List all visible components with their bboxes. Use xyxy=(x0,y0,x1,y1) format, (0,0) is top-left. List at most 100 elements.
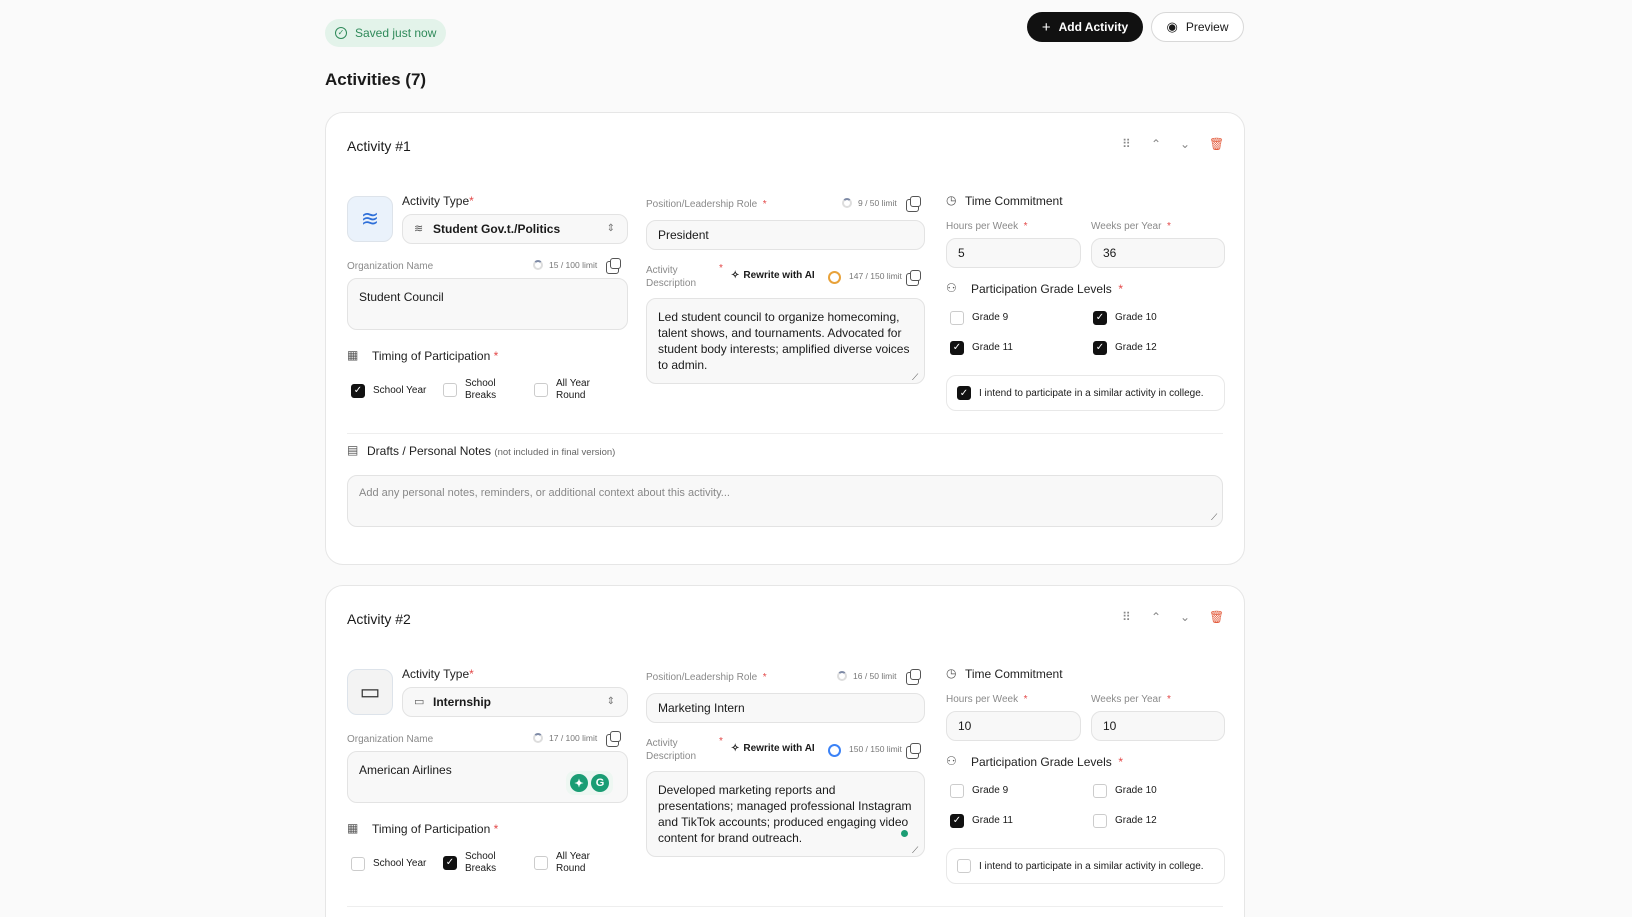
saved-status-label: Saved just now xyxy=(355,26,437,40)
lightbulb-icon: ✦ xyxy=(570,774,588,792)
calendar-icon: ▦ xyxy=(347,348,359,362)
timing-school-breaks-checkbox[interactable]: School Breaks xyxy=(443,378,496,402)
org-name-input[interactable]: Student Council xyxy=(347,278,628,330)
org-char-count: 17 / 100 limit xyxy=(533,733,597,743)
resize-handle-icon[interactable]: ⟋ xyxy=(912,372,918,383)
clipboard-icon: ▤ xyxy=(347,443,359,457)
trash-icon[interactable]: 🗑 xyxy=(1209,610,1224,624)
trash-icon[interactable]: 🗑 xyxy=(1209,137,1224,151)
copy-icon[interactable] xyxy=(606,731,621,747)
status-dot xyxy=(901,830,908,837)
intend-college-checkbox[interactable]: ✓ I intend to participate in a similar ac… xyxy=(946,375,1225,411)
sparkle-icon: ✧ xyxy=(731,743,740,754)
activity-card: Activity #1 ⠿ ⌃ ⌄ 🗑 ≋ Activity Type* ≋ S… xyxy=(325,112,1245,565)
copy-icon[interactable] xyxy=(906,196,921,212)
position-input[interactable]: Marketing Intern xyxy=(646,693,925,723)
rewrite-ai-button[interactable]: ✧ Rewrite with AI xyxy=(731,270,815,281)
activity-type-value: Student Gov.t./Politics xyxy=(433,222,561,236)
chevron-updown-icon: ⇕ xyxy=(606,223,615,234)
timing-label: Timing of Participation * xyxy=(372,822,499,836)
timing-all-year-checkbox[interactable]: All Year Round xyxy=(534,378,590,402)
activity-type-label: Activity Type* xyxy=(402,667,474,681)
grade-9-checkbox[interactable]: Grade 9 xyxy=(950,784,1008,798)
divider xyxy=(347,433,1223,434)
move-up-icon[interactable]: ⌃ xyxy=(1151,610,1161,624)
activity-type-value: Internship xyxy=(433,695,492,709)
grade-12-checkbox[interactable]: Grade 12 xyxy=(1093,814,1157,828)
resize-handle-icon[interactable]: ⟋ xyxy=(1211,512,1217,523)
weeks-label: Weeks per Year * xyxy=(1091,694,1171,705)
timing-school-breaks-checkbox[interactable]: ✓ School Breaks xyxy=(443,851,496,875)
rewrite-ai-button[interactable]: ✧ Rewrite with AI xyxy=(731,743,815,754)
timing-all-year-checkbox[interactable]: All Year Round xyxy=(534,851,590,875)
time-commitment-label: Time Commitment xyxy=(965,667,1063,681)
grade-levels-label: Participation Grade Levels * xyxy=(971,755,1124,769)
timing-school-year-checkbox[interactable]: School Year xyxy=(351,857,426,871)
calendar-icon: ▦ xyxy=(347,821,359,835)
description-char-count: 150 / 150 limit xyxy=(849,744,902,754)
activity-type-select[interactable]: ≋ Student Gov.t./Politics ⇕ xyxy=(402,214,628,244)
briefcase-icon: ▭ xyxy=(414,696,425,708)
grade-12-checkbox[interactable]: ✓ Grade 12 xyxy=(1093,341,1157,355)
activity-type-label: Activity Type* xyxy=(402,194,474,208)
move-down-icon[interactable]: ⌄ xyxy=(1180,610,1190,624)
description-char-count: 147 / 150 limit xyxy=(849,271,902,281)
hours-input[interactable]: 5 xyxy=(946,238,1081,268)
intend-college-checkbox[interactable]: I intend to participate in a similar act… xyxy=(946,848,1225,884)
char-limit-ring xyxy=(828,271,841,284)
grade-9-checkbox[interactable]: Grade 9 xyxy=(950,311,1008,325)
copy-icon[interactable] xyxy=(906,743,921,759)
users-icon: ⚇ xyxy=(946,281,957,295)
hours-label: Hours per Week * xyxy=(946,694,1028,705)
timing-label: Timing of Participation * xyxy=(372,349,499,363)
add-activity-label: Add Activity xyxy=(1058,20,1129,34)
divider xyxy=(347,906,1223,907)
briefcase-icon: ▭ xyxy=(347,669,393,715)
grade-11-checkbox[interactable]: ✓ Grade 11 xyxy=(950,341,1013,355)
grade-10-checkbox[interactable]: Grade 10 xyxy=(1093,784,1157,798)
users-icon: ⚇ xyxy=(946,754,957,768)
copy-icon[interactable] xyxy=(906,270,921,286)
plus-icon: + xyxy=(1041,18,1051,36)
notes-textarea[interactable]: Add any personal notes, reminders, or ad… xyxy=(347,475,1223,527)
grade-10-checkbox[interactable]: ✓ Grade 10 xyxy=(1093,311,1157,325)
activity-title: Activity #2 xyxy=(347,611,411,627)
grade-levels-label: Participation Grade Levels * xyxy=(971,282,1124,296)
drag-handle-icon[interactable]: ⠿ xyxy=(1122,137,1131,151)
resize-handle-icon[interactable]: ⟋ xyxy=(912,845,918,856)
grade-11-checkbox[interactable]: ✓ Grade 11 xyxy=(950,814,1013,828)
grammarly-icon: G xyxy=(591,774,609,792)
saved-status-badge: ✓ Saved just now xyxy=(325,19,447,47)
drag-handle-icon[interactable]: ⠿ xyxy=(1122,610,1131,624)
copy-icon[interactable] xyxy=(606,258,621,274)
activity-card: Activity #2 ⠿ ⌃ ⌄ 🗑 ▭ Activity Type* ▭ I… xyxy=(325,585,1245,917)
org-char-count: 15 / 100 limit xyxy=(533,260,597,270)
add-activity-button[interactable]: + Add Activity xyxy=(1027,12,1143,42)
copy-icon[interactable] xyxy=(906,669,921,685)
handshake-icon: ≋ xyxy=(347,196,393,242)
timing-school-year-checkbox[interactable]: ✓ School Year xyxy=(351,384,426,398)
clock-icon: ◷ xyxy=(946,666,957,680)
weeks-input[interactable]: 10 xyxy=(1091,711,1225,741)
description-textarea[interactable]: Led student council to organize homecomi… xyxy=(646,298,925,384)
preview-label: Preview xyxy=(1185,20,1229,34)
hours-label: Hours per Week * xyxy=(946,221,1028,232)
org-name-label: Organization Name xyxy=(347,734,434,745)
preview-button[interactable]: ◉ Preview xyxy=(1151,12,1244,42)
description-label: Activity Description xyxy=(646,738,697,762)
time-commitment-label: Time Commitment xyxy=(965,194,1063,208)
position-input[interactable]: President xyxy=(646,220,925,250)
move-up-icon[interactable]: ⌃ xyxy=(1151,137,1161,151)
position-label: Position/Leadership Role * xyxy=(646,672,767,683)
move-down-icon[interactable]: ⌄ xyxy=(1180,137,1190,151)
hours-input[interactable]: 10 xyxy=(946,711,1081,741)
org-name-label: Organization Name xyxy=(347,261,434,272)
weeks-input[interactable]: 36 xyxy=(1091,238,1225,268)
grammarly-widget[interactable]: ✦ G xyxy=(566,771,613,795)
handshake-icon: ≋ xyxy=(414,223,424,235)
description-label: Activity Description xyxy=(646,265,697,289)
description-textarea[interactable]: Developed marketing reports and presenta… xyxy=(646,771,925,857)
position-label: Position/Leadership Role * xyxy=(646,199,767,210)
activity-type-select[interactable]: ▭ Internship ⇕ xyxy=(402,687,628,717)
sparkle-icon: ✧ xyxy=(731,270,740,281)
